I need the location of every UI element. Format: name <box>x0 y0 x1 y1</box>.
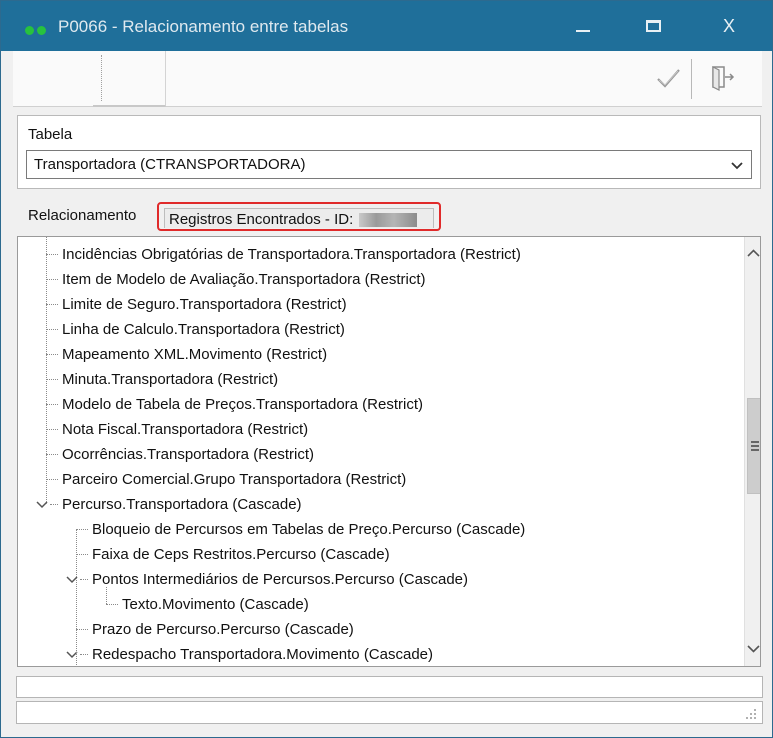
tree-connector <box>76 554 88 555</box>
tab-registros-text: Registros Encontrados - ID: <box>169 211 358 228</box>
title-bar[interactable]: P0066 - Relacionamento entre tabelas X <box>1 1 772 51</box>
scroll-down-button[interactable] <box>745 639 760 659</box>
tree-item[interactable]: Parceiro Comercial.Grupo Transportadora … <box>62 467 406 492</box>
tree-item[interactable]: Redespacho Transportadora.Movimento (Cas… <box>92 642 434 666</box>
tree-item-label: Texto.Movimento (Cascade) <box>122 596 309 613</box>
tabela-select-value: Transportadora (CTRANSPORTADORA) <box>34 156 306 173</box>
maximize-button[interactable] <box>623 1 683 51</box>
tree-item-label: Prazo de Percurso.Percurso (Cascade) <box>92 621 354 638</box>
tree-item[interactable]: Item de Modelo de Avaliação.Transportado… <box>62 267 426 292</box>
tree-item[interactable]: Prazo de Percurso.Percurso (Cascade) <box>92 617 354 642</box>
tree-item-label: Item de Modelo de Avaliação.Transportado… <box>62 271 426 288</box>
confirm-button[interactable] <box>653 63 683 93</box>
tree-connector <box>80 654 88 655</box>
status-bar-bottom <box>16 701 763 724</box>
tree-connector <box>76 529 88 530</box>
tree-connector <box>46 404 58 405</box>
toolbar-separator <box>691 59 692 99</box>
tab-registros-label: Registros Encontrados - ID: <box>169 211 418 228</box>
tree-item[interactable]: Limite de Seguro.Transportadora (Restric… <box>62 292 347 317</box>
tree-item[interactable]: Ocorrências.Transportadora (Restrict) <box>62 442 314 467</box>
tree-item[interactable]: Modelo de Tabela de Preços.Transportador… <box>62 392 423 417</box>
exit-door-icon <box>712 66 735 91</box>
tree-connector <box>46 329 58 330</box>
tree-item[interactable]: Incidências Obrigatórias de Transportado… <box>62 242 521 267</box>
tree-item-label: Ocorrências.Transportadora (Restrict) <box>62 446 315 463</box>
tree-item[interactable]: Mapeamento XML.Movimento (Restrict) <box>62 342 327 367</box>
toolbar-group <box>93 51 166 107</box>
toolbar-grip <box>101 55 102 101</box>
exit-button[interactable] <box>710 63 736 93</box>
tree-connector <box>46 354 58 355</box>
tree-item-label: Linha de Calculo.Transportadora (Restric… <box>62 321 345 338</box>
tree-connector <box>46 429 58 430</box>
tree-guide-line <box>106 587 107 604</box>
tree-connector <box>106 604 118 605</box>
scroll-up-button[interactable] <box>745 243 760 263</box>
tree-item[interactable]: Texto.Movimento (Cascade) <box>122 592 309 617</box>
tree-connector <box>46 479 58 480</box>
app-status-icon <box>25 22 49 38</box>
tree-item-label: Bloqueio de Percursos em Tabelas de Preç… <box>92 521 526 538</box>
tree-item[interactable]: Bloqueio de Percursos em Tabelas de Preç… <box>92 517 525 542</box>
tree-connector <box>46 454 58 455</box>
status-bar-top <box>16 676 763 698</box>
toolbar <box>13 51 762 107</box>
tree-guide-line <box>76 529 77 666</box>
window-title: P0066 - Relacionamento entre tabelas <box>58 17 349 36</box>
tree-item[interactable]: Minuta.Transportadora (Restrict) <box>62 367 278 392</box>
tree-item-label: Nota Fiscal.Transportadora (Restrict) <box>62 421 309 438</box>
tree-connector <box>76 629 88 630</box>
vertical-scrollbar[interactable] <box>744 237 760 666</box>
chevron-up-icon <box>747 249 760 257</box>
tree-item[interactable]: Pontos Intermediários de Percursos.Percu… <box>92 567 468 592</box>
tree-item[interactable]: Percurso.Transportadora (Cascade) <box>62 492 302 517</box>
tabela-label: Tabela <box>28 126 73 143</box>
tree-item-label: Limite de Seguro.Transportadora (Restric… <box>62 296 347 313</box>
tree-item-label: Faixa de Ceps Restritos.Percurso (Cascad… <box>92 546 390 563</box>
tree-item-label: Percurso.Transportadora (Cascade) <box>62 496 302 513</box>
tree-item-label: Parceiro Comercial.Grupo Transportadora … <box>62 471 407 488</box>
tree-item-label: Incidências Obrigatórias de Transportado… <box>62 246 521 263</box>
tree-item-label: Pontos Intermediários de Percursos.Percu… <box>92 571 468 588</box>
tree-connector <box>50 504 58 505</box>
scroll-thumb[interactable] <box>747 398 760 494</box>
tab-registros-inner: Registros Encontrados - ID: <box>164 208 434 228</box>
relationship-tree[interactable]: Incidências Obrigatórias de Transportado… <box>17 236 761 667</box>
resize-grip-icon[interactable] <box>744 707 758 721</box>
tree-connector <box>46 279 58 280</box>
check-icon <box>657 69 680 88</box>
redacted-id <box>359 213 418 228</box>
minimize-button[interactable] <box>553 1 613 51</box>
tabela-select[interactable]: Transportadora (CTRANSPORTADORA) <box>26 150 752 179</box>
minimize-icon <box>576 30 590 32</box>
tree-item[interactable]: Nota Fiscal.Transportadora (Restrict) <box>62 417 308 442</box>
tree-item-label: Minuta.Transportadora (Restrict) <box>62 371 279 388</box>
tabela-panel: Tabela Transportadora (CTRANSPORTADORA) <box>17 115 761 189</box>
tree-guide-line <box>46 237 47 504</box>
tree-item[interactable]: Faixa de Ceps Restritos.Percurso (Cascad… <box>92 542 390 567</box>
tree-connector <box>80 579 88 580</box>
maximize-icon <box>645 20 661 32</box>
tree-item-label: Modelo de Tabela de Preços.Transportador… <box>62 396 424 413</box>
tree-connector <box>46 379 58 380</box>
tree-item-label: Redespacho Transportadora.Movimento (Cas… <box>92 646 434 663</box>
tree-connector <box>46 254 58 255</box>
window: P0066 - Relacionamento entre tabelas X T… <box>0 0 773 738</box>
grip-lines-icon <box>751 441 759 451</box>
tree-item[interactable]: Linha de Calculo.Transportadora (Restric… <box>62 317 345 342</box>
chevron-down-icon <box>747 645 760 653</box>
chevron-down-icon <box>731 162 743 170</box>
tab-relacionamento[interactable]: Relacionamento <box>28 207 136 224</box>
tab-registros-encontrados[interactable]: Registros Encontrados - ID: <box>157 202 441 231</box>
tree-item-label: Mapeamento XML.Movimento (Restrict) <box>62 346 328 363</box>
tree-connector <box>46 304 58 305</box>
close-button[interactable]: X <box>699 1 759 51</box>
